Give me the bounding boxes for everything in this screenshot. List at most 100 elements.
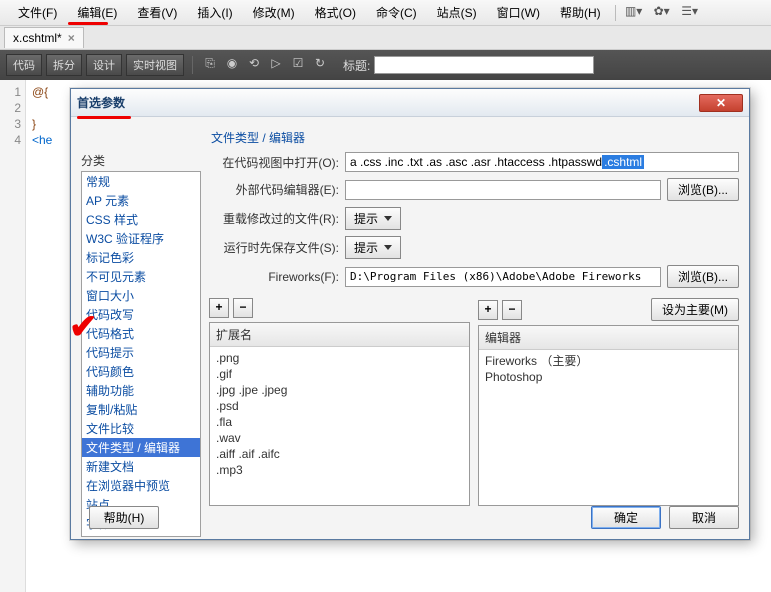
add-extension-button[interactable]: +	[209, 298, 229, 318]
extension-item[interactable]: .png	[216, 350, 463, 366]
category-label: 分类	[81, 152, 201, 169]
menu-bar: 文件(F) 编辑(E) 查看(V) 插入(I) 修改(M) 格式(O) 命令(C…	[0, 0, 771, 26]
save-label: 运行时先保存文件(S):	[209, 239, 339, 256]
code-text[interactable]: @{ } <he	[26, 80, 58, 592]
cancel-button[interactable]: 取消	[669, 506, 739, 529]
extension-item[interactable]: .fla	[216, 414, 463, 430]
toolbar-icon-3[interactable]: ⟲	[245, 56, 263, 74]
external-editor-label: 外部代码编辑器(E):	[209, 181, 339, 198]
tab-filename: x.cshtml*	[13, 31, 62, 45]
set-primary-button[interactable]: 设为主要(M)	[651, 298, 739, 321]
save-dropdown[interactable]: 提示	[345, 236, 401, 259]
annotation-underline	[68, 22, 108, 25]
dialog-body: ✔ 文件类型 / 编辑器 分类 常规AP 元素CSS 样式W3C 验证程序标记色…	[71, 117, 749, 539]
extensions-list[interactable]: 扩展名 .png.gif.jpg .jpe .jpeg.psd.fla.wav.…	[209, 322, 470, 506]
dialog-close-button[interactable]: ✕	[699, 94, 743, 112]
category-item[interactable]: 窗口大小	[82, 286, 200, 305]
editors-panel: + − 设为主要(M) 编辑器 Fireworks （主要）Photoshop	[478, 298, 739, 506]
view-live-button[interactable]: 实时视图	[126, 54, 184, 76]
open-in-code-input[interactable]: a .css .inc .txt .as .asc .asr .htaccess…	[345, 152, 739, 172]
category-item[interactable]: 标记色彩	[82, 248, 200, 267]
category-item[interactable]: 文件类型 / 编辑器	[82, 438, 200, 457]
menu-file[interactable]: 文件(F)	[8, 1, 67, 24]
separator	[192, 56, 193, 74]
category-item[interactable]: 常规	[82, 172, 200, 191]
category-item[interactable]: CSS 样式	[82, 210, 200, 229]
browse-button-1[interactable]: 浏览(B)...	[667, 178, 739, 201]
category-list[interactable]: 常规AP 元素CSS 样式W3C 验证程序标记色彩不可见元素窗口大小代码改写代码…	[81, 171, 201, 537]
editors-header: 编辑器	[479, 326, 738, 350]
menu-format[interactable]: 格式(O)	[305, 1, 366, 24]
menu-modify[interactable]: 修改(M)	[243, 1, 305, 24]
view-code-button[interactable]: 代码	[6, 54, 42, 76]
tab-close-icon[interactable]: ×	[68, 31, 75, 45]
category-item[interactable]: 新建文档	[82, 457, 200, 476]
editor-item[interactable]: Fireworks （主要）	[485, 353, 732, 369]
menu-edit[interactable]: 编辑(E)	[67, 1, 127, 24]
toolbar-icon-4[interactable]: ▷	[267, 56, 285, 74]
category-item[interactable]: 不可见元素	[82, 267, 200, 286]
view-split-button[interactable]: 拆分	[46, 54, 82, 76]
extension-item[interactable]: .aiff .aif .aifc	[216, 446, 463, 462]
title-label: 标题:	[343, 57, 370, 74]
category-item[interactable]: 辅助功能	[82, 381, 200, 400]
extension-item[interactable]: .mp3	[216, 462, 463, 478]
title-input[interactable]	[374, 56, 594, 74]
extensions-panel: + − 扩展名 .png.gif.jpg .jpe .jpeg.psd.fla.…	[209, 298, 470, 506]
menu-site[interactable]: 站点(S)	[427, 1, 487, 24]
annotation-checkmark: ✔	[69, 317, 98, 337]
category-item[interactable]: 文件比较	[82, 419, 200, 438]
separator	[615, 5, 616, 21]
remove-editor-button[interactable]: −	[502, 300, 522, 320]
extension-item[interactable]: .jpg .jpe .jpeg	[216, 382, 463, 398]
chevron-down-icon	[384, 216, 392, 221]
fireworks-path-input[interactable]	[345, 267, 661, 287]
menu-commands[interactable]: 命令(C)	[366, 1, 427, 24]
view-design-button[interactable]: 设计	[86, 54, 122, 76]
ok-button[interactable]: 确定	[591, 506, 661, 529]
editor-item[interactable]: Photoshop	[485, 369, 732, 385]
extension-item[interactable]: .wav	[216, 430, 463, 446]
category-item[interactable]: 在浏览器中预览	[82, 476, 200, 495]
add-editor-button[interactable]: +	[478, 300, 498, 320]
menu-help[interactable]: 帮助(H)	[550, 1, 611, 24]
reload-dropdown[interactable]: 提示	[345, 207, 401, 230]
dialog-footer: 帮助(H) 确定 取消	[81, 506, 739, 529]
category-item[interactable]: 代码改写	[82, 305, 200, 324]
gear-icon[interactable]: ✿▾	[651, 4, 673, 22]
category-item[interactable]: AP 元素	[82, 191, 200, 210]
selected-text: .cshtml	[602, 155, 644, 169]
remove-extension-button[interactable]: −	[233, 298, 253, 318]
chevron-down-icon	[384, 245, 392, 250]
menu-view[interactable]: 查看(V)	[127, 1, 187, 24]
toolbar-icon-5[interactable]: ☑	[289, 56, 307, 74]
help-button[interactable]: 帮助(H)	[89, 506, 159, 529]
menu-window[interactable]: 窗口(W)	[487, 1, 550, 24]
editors-list[interactable]: 编辑器 Fireworks （主要）Photoshop	[478, 325, 739, 506]
dialog-titlebar[interactable]: 首选参数 ✕	[71, 89, 749, 117]
category-item[interactable]: 代码颜色	[82, 362, 200, 381]
menu-insert[interactable]: 插入(I)	[187, 1, 242, 24]
refresh-icon[interactable]: ↻	[311, 56, 329, 74]
panel-icon[interactable]: ☰▾	[679, 4, 701, 22]
extension-item[interactable]: .psd	[216, 398, 463, 414]
category-column: 分类 常规AP 元素CSS 样式W3C 验证程序标记色彩不可见元素窗口大小代码改…	[81, 152, 201, 506]
layout-icon[interactable]: ▥▾	[623, 4, 645, 22]
open-in-code-label: 在代码视图中打开(O):	[209, 154, 339, 171]
browse-button-2[interactable]: 浏览(B)...	[667, 265, 739, 288]
document-toolbar: 代码 拆分 设计 实时视图 ⎘ ◉ ⟲ ▷ ☑ ↻ 标题:	[0, 50, 771, 80]
preferences-dialog: 首选参数 ✕ ✔ 文件类型 / 编辑器 分类 常规AP 元素CSS 样式W3C …	[70, 88, 750, 540]
document-tabs: x.cshtml* ×	[0, 26, 771, 50]
external-editor-input[interactable]	[345, 180, 661, 200]
line-gutter: 1 2 3 4	[0, 80, 26, 592]
reload-label: 重载修改过的文件(R):	[209, 210, 339, 227]
extensions-header: 扩展名	[210, 323, 469, 347]
category-item[interactable]: 代码提示	[82, 343, 200, 362]
extension-item[interactable]: .gif	[216, 366, 463, 382]
category-item[interactable]: 代码格式	[82, 324, 200, 343]
globe-icon[interactable]: ◉	[223, 56, 241, 74]
toolbar-icon-1[interactable]: ⎘	[201, 56, 219, 74]
category-item[interactable]: 复制/粘贴	[82, 400, 200, 419]
category-item[interactable]: W3C 验证程序	[82, 229, 200, 248]
tab-file[interactable]: x.cshtml* ×	[4, 27, 84, 48]
